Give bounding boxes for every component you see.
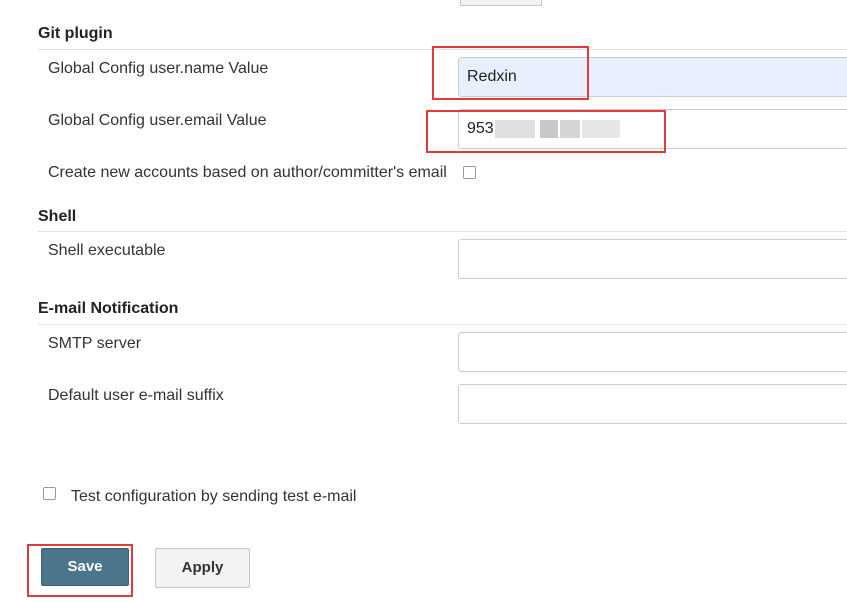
create-accounts-checkbox[interactable] <box>463 166 476 179</box>
email-suffix-input[interactable] <box>458 384 847 424</box>
shell-executable-label: Shell executable <box>48 242 166 259</box>
apply-button[interactable]: Apply <box>155 548 250 588</box>
git-email-label: Global Config user.email Value <box>48 112 267 129</box>
shell-executable-input[interactable] <box>458 239 847 279</box>
test-config-checkbox[interactable] <box>43 487 56 500</box>
shell-divider <box>38 231 847 232</box>
smtp-server-label: SMTP server <box>48 335 142 352</box>
email-highlight-box <box>426 110 666 153</box>
username-highlight-box <box>432 46 589 100</box>
save-highlight-box <box>27 544 133 597</box>
test-config-label[interactable]: Test configuration by sending test e-mai… <box>71 488 356 506</box>
previous-section-button-edge[interactable] <box>460 0 542 6</box>
create-accounts-label: Create new accounts based on author/comm… <box>48 164 447 181</box>
git-plugin-section-title: Git plugin <box>38 25 113 42</box>
email-notification-section-title: E-mail Notification <box>38 300 179 317</box>
shell-section-title: Shell <box>38 208 77 225</box>
smtp-server-input[interactable] <box>458 332 847 372</box>
email-notification-divider <box>38 324 847 325</box>
email-suffix-label: Default user e-mail suffix <box>48 387 224 404</box>
git-username-label: Global Config user.name Value <box>48 60 269 77</box>
